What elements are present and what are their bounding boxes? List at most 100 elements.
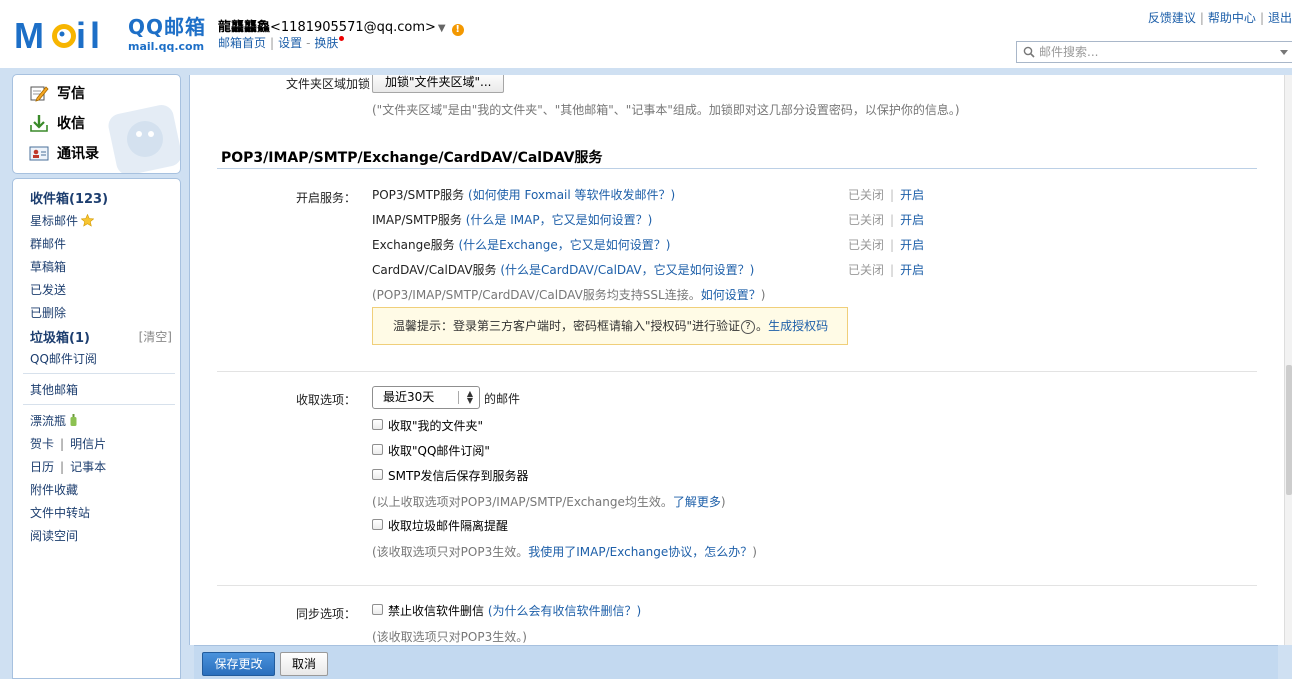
enable-exchange-link[interactable]: 开启 [900, 238, 924, 252]
bottle-icon [70, 414, 77, 426]
spam-alert-checkbox[interactable] [372, 519, 383, 530]
fetch-range-select[interactable]: 最近30天 ▲ ▼ [372, 386, 480, 409]
enable-carddav-link[interactable]: 开启 [900, 263, 924, 277]
select-arrows-icon: ▲ ▼ [466, 389, 473, 405]
service-carddav-status: 已关闭 | 开启 [848, 261, 924, 278]
smtp-save-label[interactable]: SMTP发信后保存到服务器 [388, 467, 529, 484]
receive-label: 收信 [57, 116, 85, 132]
help-center-link[interactable]: 帮助中心 [1208, 11, 1256, 25]
separator: | [60, 460, 65, 474]
svg-text:l: l [90, 15, 100, 54]
settings-link[interactable]: 设置 [278, 36, 302, 50]
search-dropdown-icon[interactable] [1280, 50, 1288, 55]
separator: | [1259, 11, 1264, 25]
compose-button[interactable]: 写信 [29, 81, 85, 105]
logo-text[interactable]: QQ邮箱 mail.qq.com [128, 16, 206, 54]
content-scrollbar[interactable] [1284, 75, 1292, 645]
nav-calendar[interactable]: 日历 [30, 460, 54, 474]
logo-url: mail.qq.com [128, 40, 205, 53]
nav-notes[interactable]: 记事本 [70, 460, 106, 474]
service-help-link[interactable]: (什么是CardDAV/CalDAV，它又是如何设置？) [500, 263, 754, 277]
nav-drafts[interactable]: 草稿箱 [30, 258, 66, 275]
smtp-save-checkbox[interactable] [372, 469, 383, 480]
sync-note: (该收取选项只对POP3生效。) [372, 630, 527, 644]
spam-note: (该收取选项只对POP3生效。我使用了IMAP/Exchange协议，怎么办？) [372, 543, 757, 560]
learn-more-link[interactable]: 了解更多 [673, 495, 721, 509]
services-label: 开启服务： [295, 191, 356, 205]
caret-down-icon[interactable]: ▼ [438, 23, 446, 34]
save-changes-button[interactable]: 保存更改 [202, 652, 275, 676]
help-circle-icon[interactable]: ? [741, 320, 756, 334]
receive-button[interactable]: 收信 [29, 111, 85, 135]
user-account[interactable]: 龍龘龘鱻<1181905571@qq.com> ▼! [218, 16, 464, 36]
service-name: Exchange服务 [372, 238, 455, 252]
separator: | [890, 263, 895, 277]
prevent-delete-label[interactable]: 禁止收信软件删信 [388, 604, 484, 618]
ssl-setup-link[interactable]: 如何设置？ [701, 288, 761, 302]
service-name: CardDAV/CalDAV服务 [372, 263, 497, 277]
nav-sent[interactable]: 已发送 [30, 281, 66, 298]
fetch-my-folders-label[interactable]: 收取"我的文件夹" [388, 417, 483, 434]
service-help-link[interactable]: (什么是 IMAP，它又是如何设置？) [466, 213, 653, 227]
nav-divider [23, 404, 175, 405]
tip-text: 温馨提示：登录第三方客户端时，密码框请输入"授权码"进行验证 [393, 319, 741, 333]
nav-group-mail[interactable]: 群邮件 [30, 235, 66, 252]
folder-lock-button[interactable]: 加锁"文件夹区域"... [372, 75, 505, 93]
nav-card[interactable]: 贺卡 [30, 437, 54, 451]
select-divider [458, 391, 459, 404]
nav-spam[interactable]: 垃圾箱(1) [30, 327, 90, 346]
search-icon[interactable] [1023, 46, 1035, 58]
search-box[interactable] [1016, 41, 1292, 63]
sync-options-label: 同步选项： [295, 607, 356, 621]
nav-inbox[interactable]: 收件箱(123) [30, 188, 108, 207]
logout-link[interactable]: 退出 [1268, 11, 1292, 25]
separator: | [60, 437, 65, 451]
svg-text:M: M [14, 15, 44, 54]
nav-reading-space[interactable]: 阅读空间 [30, 527, 78, 544]
top-links: 反馈建议 | 帮助中心 | 退出 [1148, 9, 1292, 26]
contacts-label: 通讯录 [57, 146, 99, 162]
spam-note-text: (该收取选项只对POP3生效。 [372, 545, 529, 559]
spam-alert-label[interactable]: 收取垃圾邮件隔离提醒 [388, 517, 508, 534]
nav-subscription[interactable]: QQ邮件订阅 [30, 350, 97, 367]
compose-label: 写信 [57, 86, 85, 102]
search-input[interactable] [1039, 44, 1269, 60]
separator: | [890, 238, 895, 252]
contacts-button[interactable]: 通讯录 [29, 141, 99, 165]
prevent-delete-checkbox[interactable] [372, 604, 383, 615]
receive-download-icon [30, 115, 48, 132]
mail-logo-icon[interactable]: M i l [14, 14, 126, 54]
nav-postcard[interactable]: 明信片 [70, 437, 106, 451]
status-off: 已关闭 [848, 263, 885, 277]
service-pop3-status: 已关闭 | 开启 [848, 186, 924, 203]
skin-link[interactable]: 换肤 [314, 36, 338, 50]
nav-file-transfer[interactable]: 文件中转站 [30, 504, 90, 521]
warning-icon[interactable]: ! [451, 24, 464, 36]
nav-bottle[interactable]: 漂流瓶 [30, 412, 77, 429]
nav-starred[interactable]: 星标邮件 [30, 212, 95, 229]
service-imap-status: 已关闭 | 开启 [848, 211, 924, 228]
enable-pop3-link[interactable]: 开启 [900, 188, 924, 202]
feedback-link[interactable]: 反馈建议 [1148, 11, 1196, 25]
mailbox-home-link[interactable]: 邮箱首页 [218, 36, 266, 50]
nav-deleted[interactable]: 已删除 [30, 304, 66, 321]
scrollbar-thumb[interactable] [1286, 365, 1292, 495]
service-help-link[interactable]: (什么是Exchange，它又是如何设置？) [458, 238, 670, 252]
fetch-range-suffix: 的邮件 [484, 392, 521, 406]
nav-attachments[interactable]: 附件收藏 [30, 481, 78, 498]
imap-exchange-help-link[interactable]: 我使用了IMAP/Exchange协议，怎么办？ [528, 545, 752, 559]
clear-spam-link[interactable]: [清空] [139, 328, 172, 345]
fetch-my-folders-checkbox[interactable] [372, 419, 383, 430]
generate-auth-code-link[interactable]: 生成授权码 [768, 319, 828, 333]
fetch-subscription-checkbox[interactable] [372, 444, 383, 455]
cancel-button[interactable]: 取消 [280, 652, 328, 676]
why-delete-help-link[interactable]: (为什么会有收信软件删信？) [488, 604, 641, 618]
enable-imap-link[interactable]: 开启 [900, 213, 924, 227]
notification-dot-icon [339, 36, 345, 41]
section-title: POP3/IMAP/SMTP/Exchange/CardDAV/CalDAV服务 [221, 150, 603, 166]
section-divider [217, 168, 1257, 169]
nav-other-mailbox[interactable]: 其他邮箱 [30, 381, 78, 398]
fetch-subscription-label[interactable]: 收取"QQ邮件订阅" [388, 442, 490, 459]
user-links: 邮箱首页 | 设置 - 换肤 [218, 34, 345, 51]
service-help-link[interactable]: (如何使用 Foxmail 等软件收发邮件？) [468, 188, 675, 202]
